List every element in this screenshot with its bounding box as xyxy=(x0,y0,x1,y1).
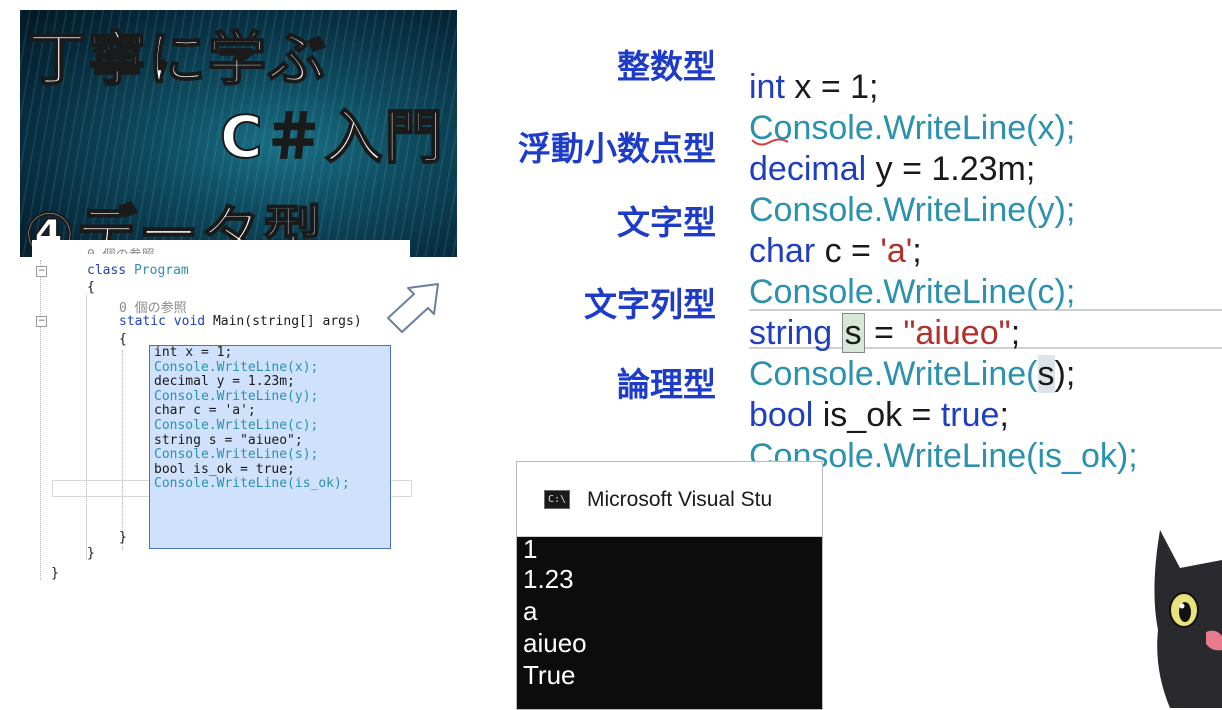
selected-code-block[interactable]: int x = 1; Console.WriteLine(x); decimal… xyxy=(149,345,391,549)
int-keyword: int xyxy=(749,68,785,106)
decimal-keyword: decimal xyxy=(749,150,867,188)
char-keyword: char xyxy=(749,232,816,270)
close-brace-class: } xyxy=(87,546,95,561)
code-line-bool: bool is_ok = true; xyxy=(749,395,1138,436)
code-line: Console.WriteLine(x); xyxy=(154,359,319,375)
collapse-toggle-main[interactable]: − xyxy=(36,316,47,327)
code-line: int x = 1; xyxy=(154,345,233,360)
open-brace-main: { xyxy=(119,332,127,347)
reference-count-top[interactable]: 0 個の参照 xyxy=(87,244,155,254)
code-line: char c = 'a'; xyxy=(154,403,256,419)
code-line-char: char c = 'a'; xyxy=(749,231,1138,272)
ide-code-panel: − − 0 個の参照 class Program { 0 個の参照 static… xyxy=(32,240,412,585)
char-literal: 'a' xyxy=(880,232,913,270)
class-name: Program xyxy=(133,263,189,278)
label-bool-type: 論理型 xyxy=(617,365,716,404)
variable-s-highlight[interactable]: s xyxy=(841,313,865,353)
output-line: 1.23 xyxy=(523,564,574,594)
void-keyword: void xyxy=(173,314,206,329)
output-line: aiueo xyxy=(523,628,587,658)
close-brace-namespace: } xyxy=(51,566,59,581)
collapse-toggle-class[interactable]: − xyxy=(36,266,47,277)
title-banner: 丁寧に学ぶ C＃入門 ④データ型 xyxy=(20,10,457,257)
code-line: Console.WriteLine(is_ok); xyxy=(154,476,350,492)
bool-keyword: bool xyxy=(749,396,814,434)
code-line-writeline-y: Console.WriteLine(y); xyxy=(749,191,1076,229)
code-text: x = 1; xyxy=(784,68,879,106)
label-int-type: 整数型 xyxy=(617,47,716,86)
code-text: Console.WriteLine( xyxy=(749,355,1038,393)
output-line: a xyxy=(523,596,538,626)
string-keyword: string xyxy=(749,314,833,352)
class-declaration: class Program xyxy=(87,263,189,278)
code-line-int: int x = 1; xyxy=(749,67,1138,108)
code-line: decimal y = 1.23m; xyxy=(154,374,295,390)
code-text: ; xyxy=(1010,314,1021,352)
code-text: y = 1.23m; xyxy=(866,150,1036,188)
code-line-writeline-x: Console.WriteLine(x); xyxy=(749,109,1076,147)
console-app-icon: C:\ xyxy=(544,490,570,509)
main-signature: static void Main(string[] args) xyxy=(119,314,362,329)
output-line: True xyxy=(523,660,576,690)
console-titlebar[interactable]: C:\ Microsoft Visual Stu xyxy=(517,462,822,537)
large-code-view: int x = 1; Console.WriteLine(x); decimal y… xyxy=(749,26,1138,518)
code-line-string: string s = "aiueo"; xyxy=(749,313,1138,354)
main-signature-rest: Main(string[] args) xyxy=(212,314,362,329)
label-char-type: 文字型 xyxy=(617,203,716,242)
console-title: Microsoft Visual Stu xyxy=(587,488,773,511)
label-decimal-type: 浮動小数点型 xyxy=(518,129,716,168)
code-line-writeline-c: Console.WriteLine(c); xyxy=(749,273,1076,311)
static-keyword: static xyxy=(119,314,166,329)
indent-guide xyxy=(122,350,123,550)
banner-title-line1: 丁寧に学ぶ xyxy=(27,24,329,94)
code-text: = xyxy=(864,314,904,352)
code-line: string s = "aiueo"; xyxy=(154,432,303,448)
arrow-up-right-icon xyxy=(387,283,439,333)
code-text: ); xyxy=(1054,355,1076,393)
code-line-writeline-s: Console.WriteLine(s); xyxy=(749,354,1138,395)
label-string-type: 文字列型 xyxy=(584,285,716,324)
close-brace-main: } xyxy=(119,530,127,545)
code-text: is_ok = xyxy=(813,396,941,434)
console-window[interactable]: C:\ Microsoft Visual Stu 1 1.23 a aiueo … xyxy=(516,461,823,710)
true-keyword: true xyxy=(940,396,1000,434)
cat-mascot-icon xyxy=(1154,530,1222,708)
indent-guide xyxy=(86,294,87,559)
console-output: 1 1.23 a aiueo True xyxy=(517,534,822,691)
code-line: bool is_ok = true; xyxy=(154,461,295,477)
indent-guide xyxy=(40,260,41,580)
banner-title-line2: C＃入門 xyxy=(219,102,445,172)
code-line-decimal: decimal y = 1.23m; xyxy=(749,149,1138,190)
string-literal: "aiueo" xyxy=(903,314,1011,352)
code-line: Console.WriteLine(s); xyxy=(154,447,319,463)
variable-s-reference[interactable]: s xyxy=(1037,355,1055,393)
code-text: ; xyxy=(999,396,1009,434)
code-line: Console.WriteLine(c); xyxy=(154,417,319,433)
class-keyword: class xyxy=(87,263,127,278)
code-text: ; xyxy=(912,232,922,270)
open-brace-class: { xyxy=(87,280,95,295)
code-line: Console.WriteLine(y); xyxy=(154,388,319,404)
output-line: 1 xyxy=(523,534,538,564)
code-text: c = xyxy=(815,232,881,270)
